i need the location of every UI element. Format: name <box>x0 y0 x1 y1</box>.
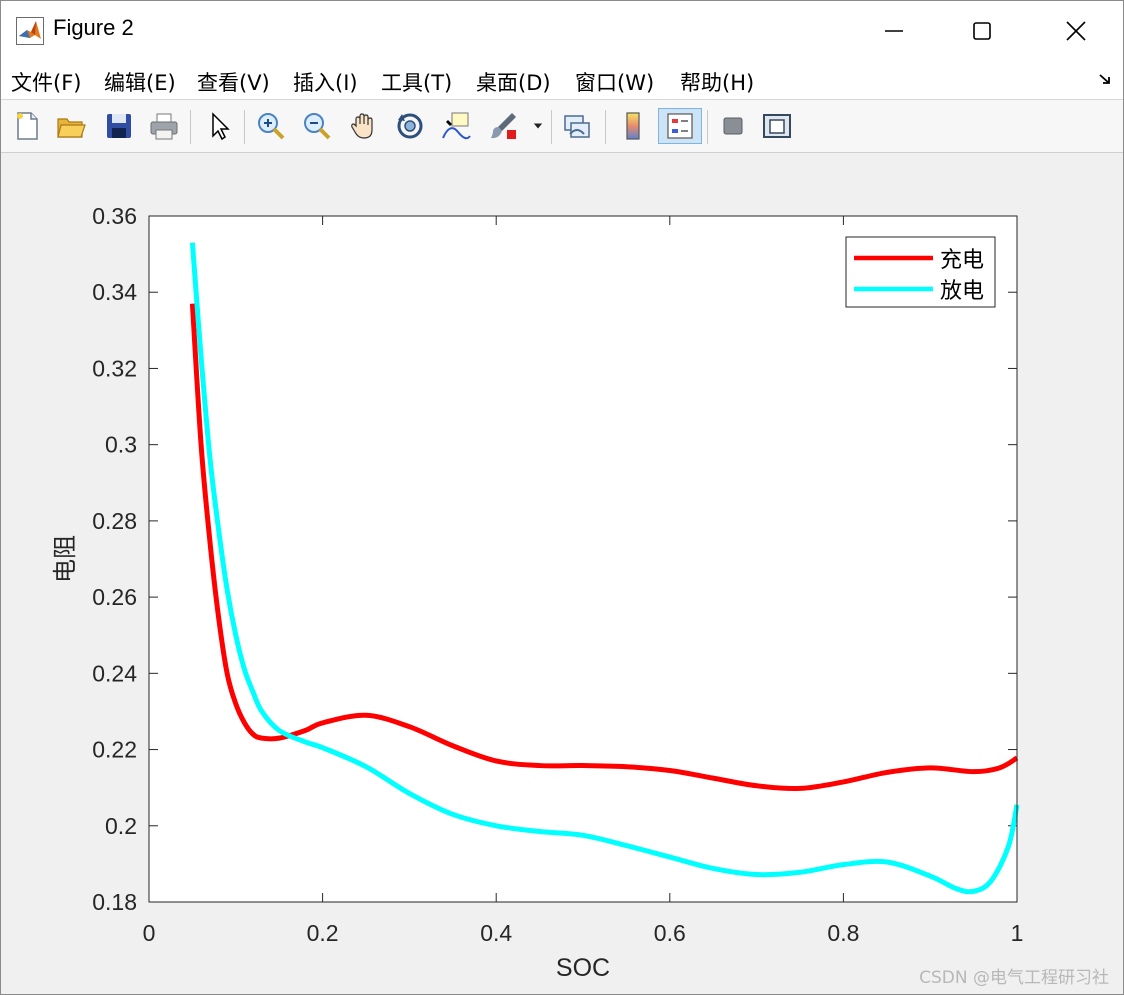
link-plot-button[interactable] <box>559 108 595 144</box>
close-icon <box>1066 21 1086 41</box>
save-disk-icon <box>107 114 131 138</box>
brush-button[interactable] <box>485 108 521 144</box>
legend[interactable]: 充电 放电 <box>845 236 996 308</box>
close-button[interactable] <box>1053 11 1099 51</box>
minimize-icon <box>885 30 903 32</box>
menu-tools[interactable]: 工具(T) <box>381 67 452 97</box>
zoom-in-button[interactable] <box>253 108 289 144</box>
y-tick-label: 0.34 <box>92 279 137 305</box>
watermark: CSDN @电气工程研习社 <box>919 968 1109 988</box>
toolbar <box>1 100 1123 153</box>
data-cursor-icon <box>442 112 471 140</box>
x-axis-label: SOC <box>556 954 610 982</box>
zoom-in-icon <box>258 113 285 140</box>
y-tick-label: 0.2 <box>105 813 137 839</box>
y-tick-label: 0.24 <box>92 660 137 686</box>
save-button[interactable] <box>101 108 137 144</box>
dock-arrow-icon[interactable] <box>1097 71 1113 87</box>
open-file-button[interactable] <box>53 108 89 144</box>
pan-hand-icon <box>351 113 373 139</box>
hide-plot-tools-button[interactable] <box>715 108 751 144</box>
figure-canvas: 0 0.2 0.4 0.6 0.8 1 0.18 0.2 0.22 0.24 0.26 0.28 0.3… <box>1 153 1123 994</box>
rotate-3d-icon <box>397 113 423 139</box>
chevron-down-icon <box>533 123 543 129</box>
menu-view[interactable]: 查看(V) <box>197 67 270 97</box>
y-axis-label: 电阻 <box>51 535 79 583</box>
matlab-icon <box>16 17 44 45</box>
menu-file[interactable]: 文件(F) <box>11 67 81 97</box>
select-arrow-button[interactable] <box>201 108 237 144</box>
folder-open-icon <box>57 118 86 138</box>
legend-button[interactable] <box>658 108 702 144</box>
y-tick-label: 0.22 <box>92 737 137 763</box>
y-tick-label: 0.28 <box>92 508 137 534</box>
title-bar: Figure 2 <box>1 1 1123 61</box>
minimize-button[interactable] <box>871 11 917 51</box>
menu-edit[interactable]: 编辑(E) <box>104 67 176 97</box>
legend-label-charge: 充电 <box>940 248 984 273</box>
printer-icon <box>150 113 178 140</box>
x-tick-label: 0.6 <box>654 920 686 946</box>
axes-background <box>149 216 1017 902</box>
menu-bar: 文件(F) 编辑(E) 查看(V) 插入(I) 工具(T) 桌面(D) 窗口(W… <box>1 61 1123 100</box>
y-tick-label: 0.26 <box>92 584 137 610</box>
link-plot-icon <box>564 115 590 138</box>
x-tick-label: 0.4 <box>480 920 512 946</box>
legend-icon <box>667 113 693 139</box>
colorbar-icon <box>626 112 640 140</box>
maximize-button[interactable] <box>959 11 1005 51</box>
new-figure-button[interactable] <box>9 108 45 144</box>
rotate-3d-button[interactable] <box>392 108 428 144</box>
colorbar-button[interactable] <box>615 108 651 144</box>
y-tick-label: 0.36 <box>92 203 137 229</box>
maximize-icon <box>973 22 991 40</box>
x-tick-label: 1 <box>1011 920 1024 946</box>
x-tick-label: 0.2 <box>307 920 339 946</box>
print-button[interactable] <box>146 108 182 144</box>
menu-window[interactable]: 窗口(W) <box>575 67 654 97</box>
brush-icon <box>491 113 516 139</box>
y-tick-label: 0.3 <box>105 432 137 458</box>
plot-svg: 0 0.2 0.4 0.6 0.8 1 0.18 0.2 0.22 0.24 0.26 0.28 0.3… <box>51 203 1024 982</box>
show-plot-tools-button[interactable] <box>759 108 795 144</box>
window-title: Figure 2 <box>53 15 134 40</box>
menu-desktop[interactable]: 桌面(D) <box>476 67 551 97</box>
hide-plot-tools-icon <box>723 117 743 135</box>
pan-button[interactable] <box>346 108 382 144</box>
menu-help[interactable]: 帮助(H) <box>680 67 754 97</box>
brush-dropdown[interactable] <box>529 108 547 144</box>
zoom-out-icon <box>304 113 331 140</box>
y-tick-label: 0.32 <box>92 355 137 381</box>
legend-label-discharge: 放电 <box>940 279 984 304</box>
show-plot-tools-icon <box>763 114 791 138</box>
pointer-arrow-icon <box>212 112 230 141</box>
x-tick-label: 0 <box>143 920 156 946</box>
new-file-icon <box>17 112 38 140</box>
x-tick-label: 0.8 <box>827 920 859 946</box>
data-cursor-button[interactable] <box>438 108 474 144</box>
figure-window: Figure 2 文件(F) 编辑(E) 查看(V) 插入(I) 工具(T) 桌… <box>0 0 1124 995</box>
zoom-out-button[interactable] <box>299 108 335 144</box>
menu-insert[interactable]: 插入(I) <box>293 67 358 97</box>
y-tick-label: 0.18 <box>92 889 137 915</box>
